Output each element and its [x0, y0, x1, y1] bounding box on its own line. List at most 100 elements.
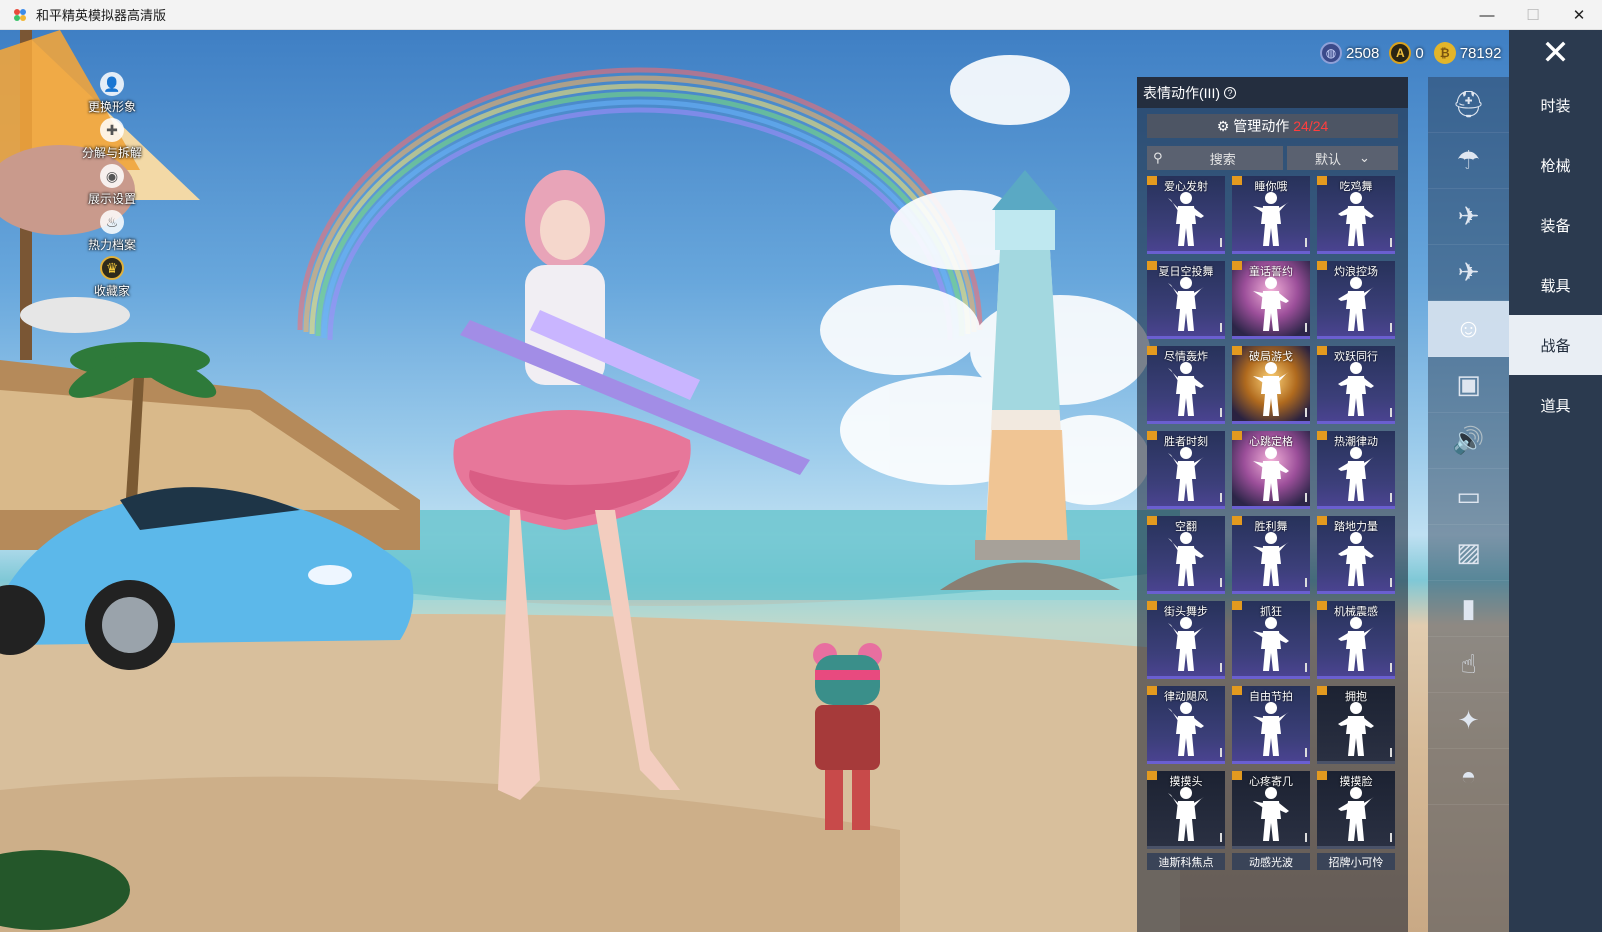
currency-a-coin[interactable]: A 0: [1389, 42, 1424, 64]
subcategory-parachute-button[interactable]: ☂: [1428, 133, 1509, 189]
subcategory-magic-wand-button[interactable]: ✦: [1428, 693, 1509, 749]
emote-tile-label[interactable]: 招牌小可怜: [1317, 853, 1395, 870]
quick-label: 分解与拆解: [81, 146, 142, 160]
dancer-silhouette-icon: [1338, 702, 1374, 756]
manage-emotes-button[interactable]: ⚙ 管理动作 24/24: [1147, 114, 1398, 138]
emote-tile[interactable]: 吃鸡舞: [1317, 176, 1395, 254]
minimize-button[interactable]: —: [1464, 0, 1510, 30]
gallery-icon: ▨: [1456, 537, 1481, 567]
emote-tile-label[interactable]: 迪斯科焦点: [1147, 853, 1225, 870]
flame-icon: ♨: [100, 210, 124, 234]
quick-collector[interactable]: ♛ 收藏家: [70, 256, 154, 302]
help-icon[interactable]: ?: [1224, 86, 1236, 99]
gold-coin-icon: ₿: [1433, 42, 1456, 64]
subcategory-smiley-button[interactable]: ☺: [1428, 301, 1509, 357]
tile-indicator: [1220, 323, 1222, 332]
emote-tile[interactable]: 心跳定格: [1232, 431, 1310, 509]
puzzle-icon: ✚: [100, 118, 124, 142]
currency-globe[interactable]: ◍ 2508: [1320, 42, 1379, 64]
subcategory-crate-button[interactable]: ▣: [1428, 357, 1509, 413]
emote-tile-label[interactable]: 动感光波: [1232, 853, 1310, 870]
emote-tile[interactable]: 童话誓约: [1232, 261, 1310, 339]
quick-label: 收藏家: [93, 284, 130, 298]
category-tab[interactable]: 枪械: [1509, 135, 1602, 195]
subcategory-helmet-button[interactable]: ⛑: [1428, 77, 1509, 133]
dancer-silhouette-icon: [1338, 277, 1374, 331]
category-tab[interactable]: 战备: [1509, 315, 1602, 375]
quick-display-settings[interactable]: ◉ 展示设置: [70, 164, 154, 210]
emote-tile[interactable]: 胜者时刻: [1147, 431, 1225, 509]
emote-tile[interactable]: 心疼寄几: [1232, 771, 1310, 849]
maximize-button[interactable]: ☐: [1510, 0, 1556, 30]
emote-tile[interactable]: 灼浪控场: [1317, 261, 1395, 339]
currency-value: 0: [1415, 44, 1424, 62]
emote-tile[interactable]: 热潮律动: [1317, 431, 1395, 509]
quick-heat-profile[interactable]: ♨ 热力档案: [70, 210, 154, 256]
tile-indicator: [1220, 238, 1222, 247]
dancer-silhouette-icon: [1253, 277, 1289, 331]
emote-tile[interactable]: 抓狂: [1232, 601, 1310, 679]
close-panel-button[interactable]: ✕: [1509, 30, 1602, 75]
category-tab[interactable]: 载具: [1509, 255, 1602, 315]
emote-search-input[interactable]: ⚲ 搜索: [1147, 146, 1283, 170]
subcategory-drone-button[interactable]: ✈: [1428, 189, 1509, 245]
emote-tile[interactable]: 摸摸头: [1147, 771, 1225, 849]
tile-indicator: [1390, 323, 1392, 332]
emote-tile[interactable]: 尽情轰炸: [1147, 346, 1225, 424]
dancer-silhouette-icon: [1253, 787, 1289, 841]
app-logo-icon: [14, 8, 26, 21]
emote-tile[interactable]: 睡你哦: [1232, 176, 1310, 254]
manage-label: 管理动作: [1233, 118, 1290, 134]
quick-label: 热力档案: [87, 238, 136, 252]
subcategory-spray-button[interactable]: ▮: [1428, 581, 1509, 637]
window-close-button[interactable]: ✕: [1556, 0, 1602, 30]
emote-tile[interactable]: 胜利舞: [1232, 516, 1310, 594]
emote-panel: 表情动作(III) ? ⚙ 管理动作 24/24 ⚲ 搜索 默认 ⌄ 爱心发射睡…: [1137, 77, 1408, 932]
tap-icon: ☝: [1460, 649, 1477, 679]
subcategory-tap-button[interactable]: ☝: [1428, 637, 1509, 693]
subcategory-speaker-button[interactable]: 🔊: [1428, 413, 1509, 469]
subcategory-chat-bubble-button[interactable]: ▭: [1428, 469, 1509, 525]
emote-tile[interactable]: 夏日空投舞: [1147, 261, 1225, 339]
emote-tile[interactable]: 街头舞步: [1147, 601, 1225, 679]
quick-decompose[interactable]: ✚ 分解与拆解: [70, 118, 154, 164]
dancer-silhouette-icon: [1168, 617, 1204, 671]
category-tab[interactable]: 装备: [1509, 195, 1602, 255]
game-viewport: 👤 更换形象 ✚ 分解与拆解 ◉ 展示设置 ♨ 热力档案 ♛ 收藏家 ◍ 250…: [0, 30, 1602, 932]
clouds: [820, 55, 1150, 505]
dancer-silhouette-icon: [1338, 787, 1374, 841]
subcategory-icon-column: ⛑ ☂ ✈ ✈ ☺ ▣ 🔊 ▭ ▨ ▮ ☝ ✦ ◓: [1428, 77, 1509, 932]
category-tab[interactable]: 时装: [1509, 75, 1602, 135]
emote-tile[interactable]: 空翻: [1147, 516, 1225, 594]
parachute-icon: ☂: [1456, 145, 1481, 175]
emote-tile[interactable]: 自由节拍: [1232, 686, 1310, 764]
emote-tile[interactable]: 摸摸脸: [1317, 771, 1395, 849]
emote-tile[interactable]: 破局游戈: [1232, 346, 1310, 424]
sort-select[interactable]: 默认 ⌄: [1287, 146, 1398, 170]
chevron-down-icon: ⌄: [1359, 150, 1370, 165]
subcategory-plane-button[interactable]: ✈: [1428, 245, 1509, 301]
globe-coin-icon: ◍: [1320, 42, 1342, 64]
currency-value: 78192: [1459, 44, 1502, 62]
emote-tile[interactable]: 踏地力量: [1317, 516, 1395, 594]
tile-indicator: [1220, 833, 1222, 842]
dancer-silhouette-icon: [1168, 277, 1204, 331]
emote-tile[interactable]: 欢跃同行: [1317, 346, 1395, 424]
tile-indicator: [1305, 663, 1307, 672]
dancer-silhouette-icon: [1168, 362, 1204, 416]
emote-tile[interactable]: 拥抱: [1317, 686, 1395, 764]
tile-indicator: [1305, 408, 1307, 417]
chicken-icon: ◓: [1460, 761, 1477, 791]
subcategory-gallery-button[interactable]: ▨: [1428, 525, 1509, 581]
quick-change-look[interactable]: 👤 更换形象: [70, 72, 154, 118]
tile-indicator: [1220, 663, 1222, 672]
a-coin-icon: A: [1389, 42, 1412, 64]
currency-gold[interactable]: ₿ 78192: [1433, 42, 1502, 64]
dancer-silhouette-icon: [1253, 617, 1289, 671]
emote-tile[interactable]: 爱心发射: [1147, 176, 1225, 254]
subcategory-chicken-button[interactable]: ◓: [1428, 749, 1509, 805]
emote-tile[interactable]: 律动飓风: [1147, 686, 1225, 764]
ship: [0, 30, 420, 550]
emote-tile[interactable]: 机械震感: [1317, 601, 1395, 679]
category-tab[interactable]: 道具: [1509, 375, 1602, 435]
